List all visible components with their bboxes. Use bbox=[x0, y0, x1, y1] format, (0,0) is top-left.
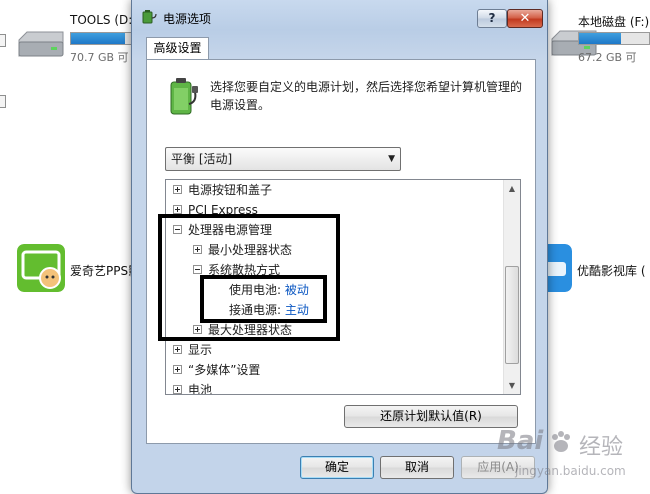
drive-usage-fill bbox=[71, 33, 125, 44]
setting-plugged-in[interactable]: 接通电源: 主动 bbox=[229, 300, 309, 320]
settings-tree[interactable]: 电源按钮和盖子 PCI Express 处理器电源管理 最小处理器状态 系统散热… bbox=[165, 179, 521, 395]
setting-value-link[interactable]: 被动 bbox=[285, 283, 309, 297]
scroll-thumb[interactable] bbox=[505, 266, 519, 364]
chevron-down-icon: ▼ bbox=[388, 154, 395, 164]
title-bar[interactable]: 电源选项 ? ✕ bbox=[132, 0, 547, 32]
help-button[interactable]: ? bbox=[477, 9, 507, 28]
drive-free-space: 70.7 GB 可 bbox=[70, 51, 129, 64]
expand-plus-icon[interactable] bbox=[193, 325, 202, 334]
expand-plus-icon[interactable] bbox=[173, 205, 182, 214]
collapse-minus-icon[interactable] bbox=[193, 265, 202, 274]
description-text: 选择您要自定义的电源计划，然后选择您希望计算机管理的电源设置。 bbox=[210, 80, 523, 112]
tree-item-label: 系统散热方式 bbox=[208, 263, 281, 277]
iqiyi-app-icon bbox=[17, 244, 65, 292]
expand-plus-icon[interactable] bbox=[173, 345, 182, 354]
setting-label: 使用电池: bbox=[229, 283, 282, 297]
checkbox-edge[interactable] bbox=[0, 34, 6, 47]
tree-item-display[interactable]: 显示 bbox=[173, 340, 212, 360]
drive-name: TOOLS (D: bbox=[70, 13, 133, 27]
power-options-icon bbox=[142, 10, 157, 24]
setting-label: 接通电源: bbox=[229, 303, 282, 317]
checkbox-edge[interactable] bbox=[0, 95, 6, 108]
expand-plus-icon[interactable] bbox=[173, 185, 182, 194]
cancel-button[interactable]: 取消 bbox=[380, 456, 454, 479]
drive-usage-bar bbox=[70, 32, 132, 45]
tree-item-cooling-policy[interactable]: 系统散热方式 bbox=[193, 260, 280, 280]
watermark-suffix: 经验 bbox=[579, 435, 624, 460]
scroll-up-icon[interactable]: ▲ bbox=[504, 180, 520, 197]
watermark-url: jingyan.baidu.com bbox=[515, 464, 626, 478]
tab-advanced-settings[interactable]: 高级设置 bbox=[146, 37, 209, 60]
watermark-brand: Bai bbox=[497, 426, 544, 456]
expand-plus-icon[interactable] bbox=[173, 365, 182, 374]
tree-item-pci-express[interactable]: PCI Express bbox=[173, 200, 258, 220]
scroll-down-icon[interactable]: ▼ bbox=[504, 377, 520, 394]
advanced-settings-panel: 选择您要自定义的电源计划，然后选择您希望计算机管理的电源设置。 平衡 [活动] … bbox=[146, 59, 536, 444]
expand-plus-icon[interactable] bbox=[173, 385, 182, 394]
tree-item-min-processor-state[interactable]: 最小处理器状态 bbox=[193, 240, 292, 260]
expand-plus-icon[interactable] bbox=[193, 245, 202, 254]
setting-on-battery[interactable]: 使用电池: 被动 bbox=[229, 280, 309, 300]
window-title: 电源选项 bbox=[163, 12, 212, 26]
app-label: 爱奇艺PPS影 bbox=[70, 264, 141, 278]
tree-item-label: 电源按钮和盖子 bbox=[188, 183, 273, 197]
tree-item-max-processor-state[interactable]: 最大处理器状态 bbox=[193, 320, 292, 340]
drive-name: 本地磁盘 (F:) bbox=[578, 15, 650, 29]
tree-item-label: 处理器电源管理 bbox=[188, 223, 273, 237]
drive-free-space: 67.2 GB 可 bbox=[578, 51, 637, 64]
tree-item-multimedia[interactable]: “多媒体”设置 bbox=[173, 360, 260, 380]
paw-icon bbox=[552, 431, 570, 452]
baidu-watermark: Bai 经验 jingyan.baidu.com bbox=[487, 420, 650, 494]
tree-item-label: 显示 bbox=[188, 343, 213, 357]
collapse-minus-icon[interactable] bbox=[173, 225, 182, 234]
app-label: 优酷影视库 ( bbox=[577, 264, 646, 278]
tree-item-label: “多媒体”设置 bbox=[188, 363, 261, 377]
tree-item-label: 最大处理器状态 bbox=[208, 323, 293, 337]
tree-item-label: PCI Express bbox=[188, 203, 258, 217]
close-button[interactable]: ✕ bbox=[507, 9, 543, 28]
ok-button[interactable]: 确定 bbox=[300, 456, 374, 479]
tree-scrollbar[interactable]: ▲ ▼ bbox=[503, 180, 520, 394]
drive-usage-bar bbox=[578, 32, 650, 45]
tree-item-label: 电池 bbox=[188, 383, 213, 395]
tree-item-battery[interactable]: 电池 bbox=[173, 380, 213, 395]
battery-plug-icon bbox=[170, 78, 198, 115]
setting-value-link[interactable]: 主动 bbox=[285, 303, 309, 317]
tree-item-label: 最小处理器状态 bbox=[208, 243, 293, 257]
tree-item-processor-power[interactable]: 处理器电源管理 bbox=[173, 220, 272, 240]
power-plan-value: 平衡 [活动] bbox=[171, 152, 233, 166]
drive-usage-fill bbox=[579, 33, 621, 44]
power-plan-select[interactable]: 平衡 [活动] ▼ bbox=[165, 147, 401, 171]
tree-item-power-buttons[interactable]: 电源按钮和盖子 bbox=[173, 180, 272, 200]
power-options-dialog: 电源选项 ? ✕ 高级设置 选择您要自定义的电源计划，然后选择您希望计算机管理的… bbox=[131, 0, 548, 494]
hard-drive-icon bbox=[18, 31, 64, 57]
